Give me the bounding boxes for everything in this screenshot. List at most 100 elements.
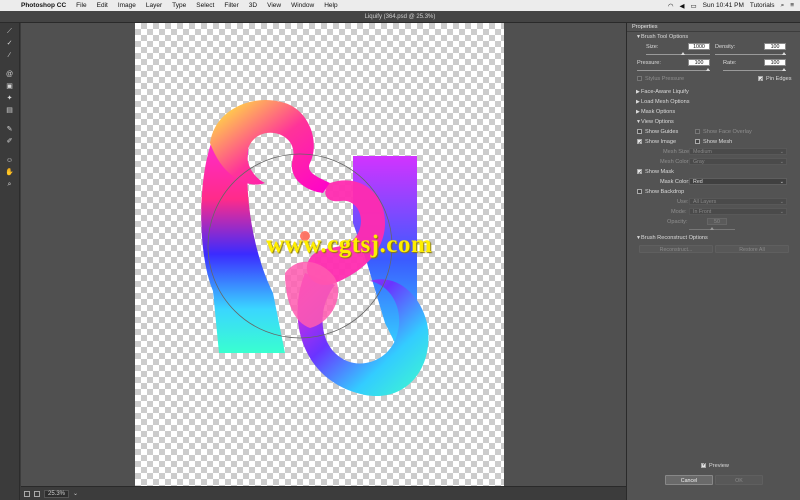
mac-menubar: Photoshop CC File Edit Image Layer Type … [0, 0, 800, 11]
reconstruct-tool-icon[interactable]: ✓ [4, 39, 16, 48]
show-mesh-label: Show Mesh [703, 139, 733, 145]
freeze-mask-tool-icon[interactable]: ✎ [4, 125, 16, 134]
size-field[interactable]: 1000 [688, 43, 710, 50]
menu-view[interactable]: View [262, 2, 286, 9]
section-title-text: Brush Tool Options [641, 34, 689, 40]
menubar-clock[interactable]: Sun 10:41 PM [703, 2, 744, 9]
section-face-aware-liquify[interactable]: ▶ Face-Aware Liquify [627, 87, 800, 97]
show-image-checkbox[interactable] [637, 138, 642, 148]
menubar-status-area: ◠ ◀ ▭ Sun 10:41 PM Tutorials ⌕ ≡ [668, 2, 800, 10]
face-tool-icon[interactable]: ☺ [4, 156, 16, 165]
thaw-mask-tool-icon[interactable]: ✐ [4, 137, 16, 146]
push-left-tool-icon[interactable]: ▤ [4, 106, 16, 115]
show-mask-row: Show Mask [627, 167, 800, 178]
actual-pixels-icon[interactable] [34, 490, 40, 497]
canvas-area[interactable]: www.cgtsj.com [21, 23, 626, 486]
show-face-overlay-checkbox[interactable] [695, 129, 700, 134]
reconstruct-button[interactable]: Reconstruct... [639, 245, 713, 253]
wifi-icon[interactable]: ◠ [668, 2, 674, 10]
fit-screen-icon[interactable] [24, 490, 30, 497]
show-mask-checkbox[interactable] [637, 168, 642, 178]
menu-file[interactable]: File [71, 2, 91, 9]
battery-icon[interactable]: ▭ [691, 2, 697, 10]
reconstruct-buttons-row: Reconstruct... Restore All [627, 243, 800, 255]
menu-app-name[interactable]: Photoshop CC [16, 2, 71, 9]
volume-icon[interactable]: ◀ [680, 2, 685, 10]
chevron-down-icon: ⌄ [779, 159, 784, 165]
pucker-tool-icon[interactable]: ▣ [4, 82, 16, 91]
spotlight-icon[interactable]: ⌕ [781, 2, 785, 10]
mesh-color-dropdown[interactable]: Gray ⌄ [689, 158, 787, 165]
pressure-slider-knob[interactable] [706, 68, 710, 71]
section-view-options[interactable]: ▼ View Options [627, 117, 800, 127]
toolbar-divider [4, 118, 16, 122]
opacity-field[interactable]: 50 [707, 218, 727, 225]
mode-value: In Front [693, 209, 712, 215]
show-guides-label: Show Guides [645, 129, 679, 135]
collapsed-triangle-icon: ▶ [636, 99, 640, 105]
stylus-pressure-checkbox[interactable] [637, 76, 642, 81]
menubar-user[interactable]: Tutorials [750, 2, 775, 9]
mesh-size-dropdown[interactable]: Medium ⌄ [689, 148, 787, 155]
menu-3d[interactable]: 3D [244, 2, 262, 9]
mesh-color-row: Mesh Color: Gray ⌄ [627, 157, 800, 167]
document-canvas[interactable]: www.cgtsj.com [135, 23, 504, 486]
zoom-dropdown-icon[interactable]: ⌄ [73, 490, 78, 497]
section-brush-reconstruct-options[interactable]: ▼ Brush Reconstruct Options [627, 233, 800, 243]
mode-dropdown[interactable]: In Front ⌄ [689, 208, 787, 215]
menu-type[interactable]: Type [167, 2, 191, 9]
use-dropdown[interactable]: All Layers ⌄ [689, 198, 787, 205]
hand-tool-icon[interactable]: ✋ [4, 168, 16, 177]
toolbar-divider [4, 63, 16, 67]
rate-slider-knob[interactable] [782, 68, 786, 71]
zoom-tool-icon[interactable]: ⌕ [4, 180, 16, 189]
smooth-tool-icon[interactable]: ∕ [4, 51, 16, 60]
mode-label: Mode: [671, 209, 687, 215]
section-load-mesh-options[interactable]: ▶ Load Mesh Options [627, 97, 800, 107]
show-guides-checkbox[interactable] [637, 129, 642, 134]
ok-button[interactable]: OK [715, 475, 763, 485]
mask-color-row: Mask Color: Red ⌄ [627, 177, 800, 187]
rate-slider-track[interactable] [723, 70, 786, 71]
section-title-text: Load Mesh Options [641, 99, 690, 105]
menu-edit[interactable]: Edit [92, 2, 113, 9]
pressure-rate-row: Pressure: 100 Rate: 100 [627, 58, 800, 68]
panel-header: Properties [627, 23, 800, 32]
bloat-tool-icon[interactable]: ✦ [4, 94, 16, 103]
menu-window[interactable]: Window [286, 2, 319, 9]
pressure-slider-track[interactable] [637, 70, 710, 71]
density-slider-knob[interactable] [782, 52, 786, 55]
pressure-field[interactable]: 100 [688, 59, 710, 66]
forward-warp-tool-icon[interactable]: ⟋ [4, 27, 16, 36]
menu-select[interactable]: Select [191, 2, 219, 9]
expanded-triangle-icon: ▼ [636, 119, 641, 125]
size-slider-track[interactable] [646, 54, 710, 55]
mode-row: Mode: In Front ⌄ [627, 207, 800, 217]
show-backdrop-checkbox[interactable] [637, 189, 642, 194]
zoom-level-field[interactable]: 25.3% [44, 489, 70, 498]
menu-image[interactable]: Image [113, 2, 141, 9]
section-brush-tool-options[interactable]: ▼ Brush Tool Options [627, 32, 800, 42]
menu-filter[interactable]: Filter [219, 2, 243, 9]
menu-layer[interactable]: Layer [141, 2, 167, 9]
preview-checkbox[interactable] [701, 462, 706, 468]
cancel-button[interactable]: Cancel [665, 475, 713, 485]
mesh-color-label: Mesh Color: [660, 159, 691, 165]
pin-edges-checkbox[interactable] [758, 75, 763, 85]
show-mesh-checkbox[interactable] [695, 139, 700, 144]
mask-color-dropdown[interactable]: Red ⌄ [689, 178, 787, 185]
density-slider-track[interactable] [715, 54, 786, 55]
notification-center-icon[interactable]: ≡ [790, 2, 794, 9]
menu-help[interactable]: Help [319, 2, 342, 9]
rate-field[interactable]: 100 [764, 59, 786, 66]
section-mask-options[interactable]: ▶ Mask Options [627, 107, 800, 117]
size-slider-knob[interactable] [681, 52, 685, 55]
guides-overlay-row: Show Guides Show Face Overlay [627, 127, 800, 137]
photoshop-liquify-window: Photoshop CC File Edit Image Layer Type … [0, 0, 800, 500]
twirl-tool-icon[interactable]: @ [4, 70, 16, 79]
restore-all-button[interactable]: Restore All [715, 245, 789, 253]
opacity-slider-knob[interactable] [710, 227, 714, 230]
density-field[interactable]: 100 [764, 43, 786, 50]
opacity-label: Opacity: [667, 219, 688, 225]
stylus-pressure-label: Stylus Pressure [645, 76, 685, 82]
